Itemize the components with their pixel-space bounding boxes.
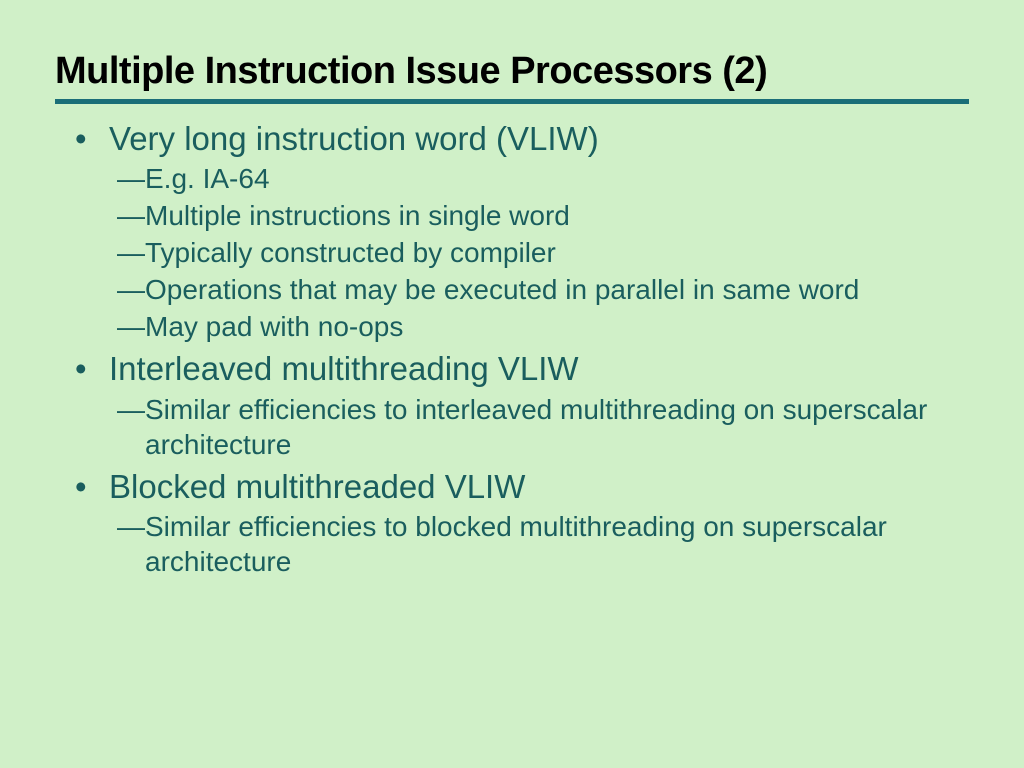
list-item-text: Very long instruction word (VLIW) bbox=[109, 118, 969, 159]
slide-content: • Very long instruction word (VLIW) — E.… bbox=[55, 118, 969, 579]
dash-icon: — bbox=[117, 161, 145, 196]
list-subitem: — Multiple instructions in single word bbox=[117, 198, 969, 233]
list-subitem: — May pad with no-ops bbox=[117, 309, 969, 344]
list-item-text: Blocked multithreaded VLIW bbox=[109, 466, 969, 507]
list-subitem-text: Similar efficiencies to interleaved mult… bbox=[145, 392, 969, 462]
list-subitem-text: E.g. IA-64 bbox=[145, 161, 969, 196]
dash-icon: — bbox=[117, 198, 145, 233]
list-subitem-text: Typically constructed by compiler bbox=[145, 235, 969, 270]
bullet-icon: • bbox=[75, 118, 109, 159]
slide-title: Multiple Instruction Issue Processors (2… bbox=[55, 50, 969, 93]
list-subitem: — E.g. IA-64 bbox=[117, 161, 969, 196]
slide: Multiple Instruction Issue Processors (2… bbox=[0, 0, 1024, 579]
list-subitem-text: Multiple instructions in single word bbox=[145, 198, 969, 233]
list-subitem-text: Similar efficiencies to blocked multithr… bbox=[145, 509, 969, 579]
list-subitem: — Similar efficiencies to interleaved mu… bbox=[117, 392, 969, 462]
dash-icon: — bbox=[117, 309, 145, 344]
dash-icon: — bbox=[117, 509, 145, 544]
list-subitem: — Similar efficiencies to blocked multit… bbox=[117, 509, 969, 579]
list-subitem: — Operations that may be executed in par… bbox=[117, 272, 969, 307]
list-item: • Blocked multithreaded VLIW bbox=[75, 466, 969, 507]
list-item-text: Interleaved multithreading VLIW bbox=[109, 348, 969, 389]
dash-icon: — bbox=[117, 272, 145, 307]
dash-icon: — bbox=[117, 392, 145, 427]
bullet-icon: • bbox=[75, 348, 109, 389]
title-rule bbox=[55, 99, 969, 104]
list-subitem-text: Operations that may be executed in paral… bbox=[145, 272, 969, 307]
dash-icon: — bbox=[117, 235, 145, 270]
bullet-icon: • bbox=[75, 466, 109, 507]
list-item: • Very long instruction word (VLIW) bbox=[75, 118, 969, 159]
list-item: • Interleaved multithreading VLIW bbox=[75, 348, 969, 389]
list-subitem: — Typically constructed by compiler bbox=[117, 235, 969, 270]
list-subitem-text: May pad with no-ops bbox=[145, 309, 969, 344]
